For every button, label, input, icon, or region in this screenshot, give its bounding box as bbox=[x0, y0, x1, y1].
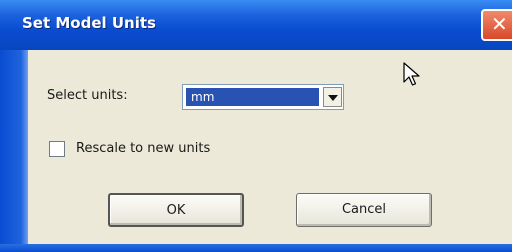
window-frame-left bbox=[0, 50, 28, 252]
window-frame-bottom bbox=[0, 244, 512, 252]
cancel-button[interactable]: Cancel bbox=[296, 193, 432, 227]
units-dropdown[interactable]: mm bbox=[182, 84, 344, 110]
close-button[interactable]: ✕ bbox=[481, 9, 512, 41]
dialog-title: Set Model Units bbox=[22, 14, 156, 32]
mouse-pointer-icon bbox=[403, 62, 420, 86]
set-model-units-dialog: Set Model Units ✕ Select units: mm Resca… bbox=[0, 0, 512, 252]
rescale-checkbox[interactable] bbox=[49, 141, 65, 157]
dropdown-arrow-button[interactable] bbox=[323, 87, 342, 107]
title-bar[interactable]: Set Model Units ✕ bbox=[0, 0, 512, 50]
units-dropdown-value: mm bbox=[186, 88, 319, 106]
chevron-down-icon bbox=[328, 95, 338, 101]
close-icon: ✕ bbox=[491, 12, 508, 36]
select-units-label: Select units: bbox=[47, 88, 128, 103]
rescale-label[interactable]: Rescale to new units bbox=[76, 141, 210, 156]
ok-button[interactable]: OK bbox=[108, 193, 244, 227]
